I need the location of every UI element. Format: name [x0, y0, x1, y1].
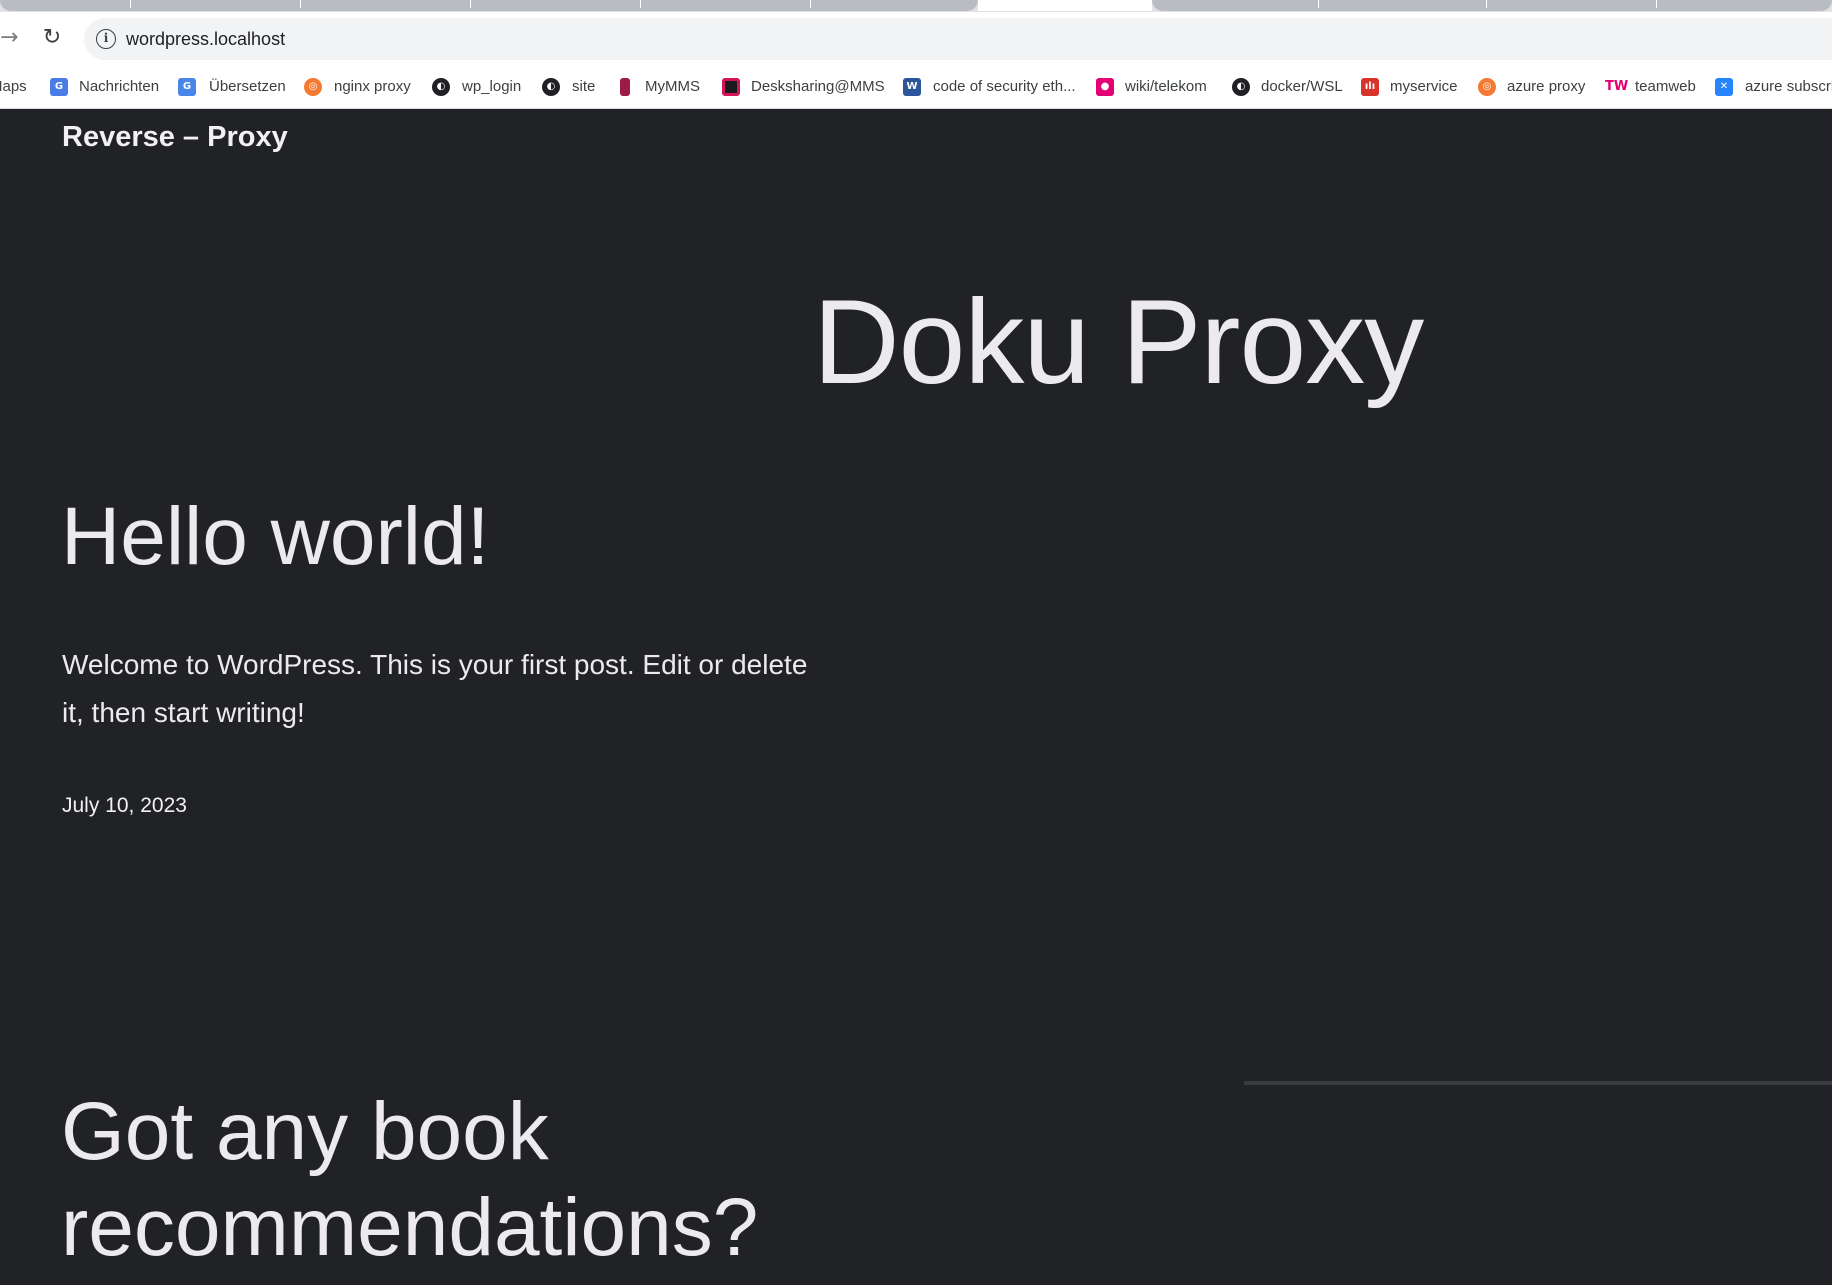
browser-tab[interactable] [0, 0, 978, 11]
tab-separator [1318, 0, 1319, 8]
post-date[interactable]: July 10, 2023 [62, 791, 187, 821]
tab-strip [0, 0, 1832, 12]
bookmark-label: code of security eth... [933, 78, 1076, 95]
post-title[interactable]: Hello world! [61, 487, 489, 587]
forward-icon[interactable]: → [0, 26, 20, 50]
word-icon: W [903, 78, 921, 96]
bookmark-label: wp_login [462, 78, 522, 95]
browser-toolbar: → ↻ i wordpress.localhost [0, 12, 1832, 66]
bookmark-label: Übersetzen [209, 78, 286, 95]
desksharing-icon [722, 78, 740, 96]
news-icon: G [50, 78, 68, 96]
globe-icon: ◐ [542, 78, 560, 96]
bookmark-label: Maps [0, 78, 27, 95]
tab-separator [470, 0, 471, 8]
bookmark-label: MyMMS [645, 78, 700, 95]
hero-title: Doku Proxy [813, 275, 1424, 409]
tab-separator [810, 0, 811, 8]
confluence-icon: ✕ [1715, 78, 1733, 96]
grafana-icon: ◎ [1478, 78, 1496, 96]
tab-separator [1656, 0, 1657, 8]
tw-icon: TW [1605, 79, 1629, 94]
bookmark-label: Nachrichten [79, 78, 160, 95]
bookmark-label: site [572, 78, 596, 95]
bookmark-label: azure proxy [1507, 78, 1586, 95]
post-excerpt: Welcome to WordPress. This is your first… [62, 649, 808, 728]
bookmark-label: myservice [1390, 78, 1458, 95]
browser-tab[interactable] [1152, 0, 1832, 11]
myservice-icon: ılı [1361, 78, 1379, 96]
tab-separator [1486, 0, 1487, 8]
telekom-wiki-icon: ● [1096, 78, 1114, 96]
tab-separator [640, 0, 641, 8]
url-text[interactable]: wordpress.localhost [126, 29, 285, 49]
bookmark-label: azure subscri [1745, 78, 1832, 95]
wordpress-page: Reverse – Proxy Doku Proxy Hello world! … [0, 109, 1832, 1285]
site-title[interactable]: Reverse – Proxy [62, 112, 288, 162]
site-info-icon[interactable]: i [96, 29, 116, 49]
bookmark-label: Desksharing@MMS [751, 78, 885, 95]
grafana-icon: ◎ [304, 78, 322, 96]
bookmark-label: wiki/telekom [1125, 78, 1207, 95]
bookmark-label: nginx proxy [334, 78, 411, 95]
globe-icon: ◐ [432, 78, 450, 96]
bookmark-label: docker/WSL [1261, 78, 1343, 95]
address-bar[interactable]: i wordpress.localhost [84, 18, 1832, 60]
tab-separator [130, 0, 131, 8]
translate-icon: G [178, 78, 196, 96]
post-title[interactable]: Got any book recommendations? [61, 1084, 961, 1276]
reload-icon[interactable]: ↻ [40, 26, 64, 50]
mms-icon [620, 78, 630, 96]
globe-icon: ◐ [1232, 78, 1250, 96]
bookmarks-bar: Maps G Nachrichten G Übersetzen ◎ nginx … [0, 66, 1832, 109]
active-tab[interactable] [978, 0, 1152, 11]
separator-line [1244, 1081, 1832, 1085]
tab-separator [300, 0, 301, 8]
bookmark-label: teamweb [1635, 78, 1696, 95]
